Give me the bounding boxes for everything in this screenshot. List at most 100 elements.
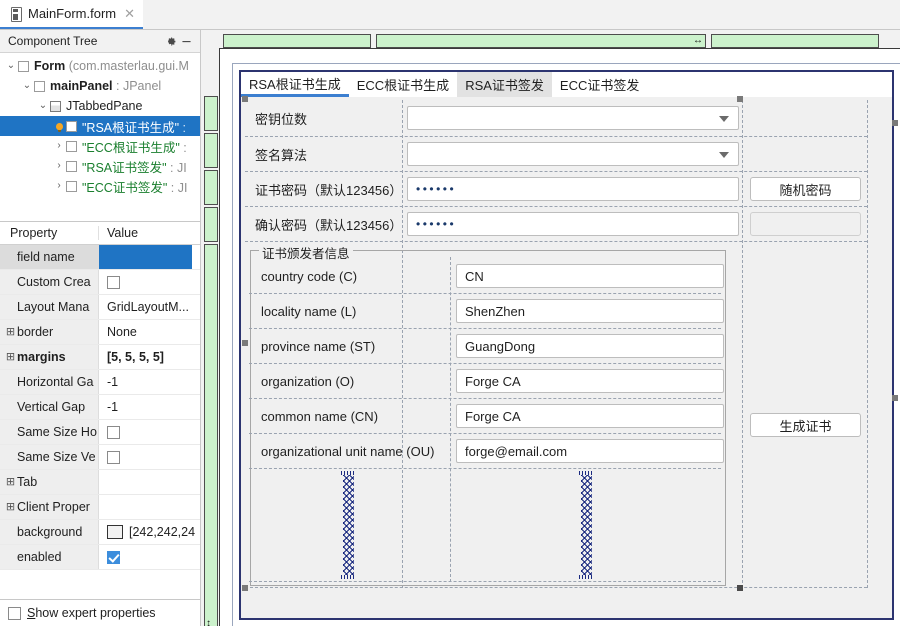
input-country-code[interactable]: CN: [456, 264, 724, 288]
expand-plus-icon[interactable]: ⊞: [4, 326, 17, 338]
property-row-client-properties[interactable]: ⊞ Client Proper: [0, 495, 200, 520]
tab-rsa-cert-issue[interactable]: RSA证书签发: [457, 72, 552, 97]
button-generate-cert-wrap[interactable]: 生成证书: [750, 413, 861, 437]
checkbox-icon[interactable]: [8, 606, 21, 620]
node-checkbox[interactable]: [66, 120, 77, 132]
property-value-cell[interactable]: [98, 470, 200, 494]
node-checkbox[interactable]: [34, 80, 45, 92]
property-value-cell[interactable]: -1: [98, 395, 200, 419]
input-province-name-wrap[interactable]: GuangDong: [456, 334, 724, 358]
tab-rsa-root-cert-gen[interactable]: RSA根证书生成: [241, 72, 349, 97]
button-random-password-wrap[interactable]: 随机密码: [750, 177, 861, 201]
property-row-border[interactable]: ⊞ border None: [0, 320, 200, 345]
node-checkbox[interactable]: [66, 140, 77, 152]
property-value-cell[interactable]: [98, 270, 200, 294]
input-country-code-wrap[interactable]: CN: [456, 264, 724, 288]
chevron-down-icon[interactable]: [719, 116, 729, 122]
tab-content-panel[interactable]: 密钥位数 签名算法 证书密码（默认123456） •••••• 随机密码 确认密…: [241, 96, 892, 618]
chevron-right-icon[interactable]: ›: [52, 161, 66, 171]
input-locality-name[interactable]: ShenZhen: [456, 299, 724, 323]
property-row-layout-manager[interactable]: Layout Mana GridLayoutM...: [0, 295, 200, 320]
input-organizational-unit-name-wrap[interactable]: forge@email.com: [456, 439, 724, 463]
root-panel-outline[interactable]: RSA根证书生成 ECC根证书生成 RSA证书签发 ECC证书签发 密钥位数 签…: [232, 63, 900, 626]
selection-handle[interactable]: [892, 120, 898, 126]
expand-plus-icon[interactable]: ⊞: [4, 351, 17, 363]
property-row-margins[interactable]: ⊞ margins [5, 5, 5, 5]: [0, 345, 200, 370]
property-row-same-size-vertically[interactable]: Same Size Ve: [0, 445, 200, 470]
gear-icon[interactable]: [162, 33, 178, 49]
property-value-cell[interactable]: GridLayoutM...: [98, 295, 200, 319]
selection-handle[interactable]: [242, 340, 248, 346]
ruler-h-segment[interactable]: ↔: [376, 34, 706, 48]
tab-ecc-cert-issue[interactable]: ECC证书签发: [551, 72, 648, 97]
jtabbedpane-component[interactable]: RSA根证书生成 ECC根证书生成 RSA证书签发 ECC证书签发 密钥位数 签…: [239, 70, 894, 620]
generate-certificate-button[interactable]: 生成证书: [750, 413, 861, 437]
node-checkbox[interactable]: [18, 60, 29, 72]
combo-key-length-wrap[interactable]: [407, 106, 739, 130]
selection-handle[interactable]: [892, 395, 898, 401]
property-row-horizontal-gap[interactable]: Horizontal Ga -1: [0, 370, 200, 395]
input-organization-wrap[interactable]: Forge CA: [456, 369, 724, 393]
property-value-cell[interactable]: [98, 420, 200, 444]
property-value-cell[interactable]: [242,242,24: [98, 520, 200, 544]
random-password-button[interactable]: 随机密码: [750, 177, 861, 201]
input-locality-name-wrap[interactable]: ShenZhen: [456, 299, 724, 323]
tree-node-form[interactable]: ⌄ Form (com.masterlau.gui.M: [0, 56, 200, 76]
ruler-v-segment[interactable]: [204, 170, 218, 205]
property-value-cell[interactable]: [98, 445, 200, 469]
property-value-cell[interactable]: -1: [98, 370, 200, 394]
property-value-cell[interactable]: None: [98, 320, 200, 344]
tree-node-mainpanel[interactable]: ⌄ mainPanel : JPanel: [0, 76, 200, 96]
property-row-field-name[interactable]: field name: [0, 245, 200, 270]
selection-handle[interactable]: [737, 585, 743, 591]
chevron-right-icon[interactable]: ›: [52, 181, 66, 191]
node-checkbox[interactable]: [50, 100, 61, 112]
ruler-v-segment[interactable]: ↕: [204, 244, 218, 626]
show-expert-properties-row[interactable]: Show expert properties: [0, 599, 200, 626]
combo-signature-algorithm-wrap[interactable]: [407, 142, 739, 166]
selection-handle[interactable]: [242, 585, 248, 591]
tree-node-ecc-issue[interactable]: › "ECC证书签发" : JI: [0, 176, 200, 196]
ruler-h-segment[interactable]: [223, 34, 371, 48]
property-value-cell[interactable]: [98, 495, 200, 519]
input-confirm-password[interactable]: ••••••: [407, 212, 739, 236]
input-common-name-wrap[interactable]: Forge CA: [456, 404, 724, 428]
resize-vertical-icon[interactable]: ↕: [206, 619, 211, 626]
expand-plus-icon[interactable]: ⊞: [4, 476, 17, 488]
property-row-enabled[interactable]: enabled: [0, 545, 200, 570]
property-row-custom-create[interactable]: Custom Crea: [0, 270, 200, 295]
tree-node-ecc-root-gen[interactable]: › "ECC根证书生成" :: [0, 136, 200, 156]
ruler-v-segment[interactable]: [204, 133, 218, 168]
chevron-down-icon[interactable]: ⌄: [20, 81, 34, 91]
combo-signature-algorithm[interactable]: [407, 142, 739, 166]
property-value-cell[interactable]: [98, 245, 200, 269]
input-organizational-unit-name[interactable]: forge@email.com: [456, 439, 724, 463]
input-common-name[interactable]: Forge CA: [456, 404, 724, 428]
chevron-down-icon[interactable]: [719, 152, 729, 158]
property-value-cell[interactable]: [98, 545, 200, 569]
chevron-down-icon[interactable]: ⌄: [36, 101, 50, 111]
node-checkbox[interactable]: [66, 180, 77, 192]
input-cert-password-wrap[interactable]: ••••••: [407, 177, 739, 201]
property-row-vertical-gap[interactable]: Vertical Gap -1: [0, 395, 200, 420]
tree-node-rsa-root-gen[interactable]: "RSA根证书生成" :: [0, 116, 200, 136]
component-tree[interactable]: ⌄ Form (com.masterlau.gui.M ⌄ mainPanel …: [0, 53, 200, 221]
chevron-down-icon[interactable]: ⌄: [4, 61, 18, 71]
input-province-name[interactable]: GuangDong: [456, 334, 724, 358]
ruler-h-segment[interactable]: [711, 34, 879, 48]
input-cert-password[interactable]: ••••••: [407, 177, 739, 201]
property-value-cell[interactable]: [5, 5, 5, 5]: [98, 345, 200, 369]
value-editor-active[interactable]: [99, 245, 192, 269]
tree-node-jtabbedpane[interactable]: ⌄ JTabbedPane: [0, 96, 200, 116]
checkbox-icon[interactable]: [107, 425, 120, 439]
minimize-icon[interactable]: [178, 33, 194, 49]
close-icon[interactable]: ✕: [122, 7, 135, 20]
checkbox-icon[interactable]: [107, 550, 120, 564]
input-confirm-password-wrap[interactable]: ••••••: [407, 212, 739, 236]
design-surface[interactable]: RSA根证书生成 ECC根证书生成 RSA证书签发 ECC证书签发 密钥位数 签…: [219, 48, 900, 626]
resize-horizontal-icon[interactable]: ↔: [693, 35, 703, 47]
editor-tab-mainform[interactable]: MainForm.form ✕: [0, 0, 144, 29]
tree-node-rsa-issue[interactable]: › "RSA证书签发" : JI: [0, 156, 200, 176]
jtabbedpane-tab-header[interactable]: RSA根证书生成 ECC根证书生成 RSA证书签发 ECC证书签发: [241, 72, 892, 98]
selection-handle[interactable]: [737, 96, 743, 102]
